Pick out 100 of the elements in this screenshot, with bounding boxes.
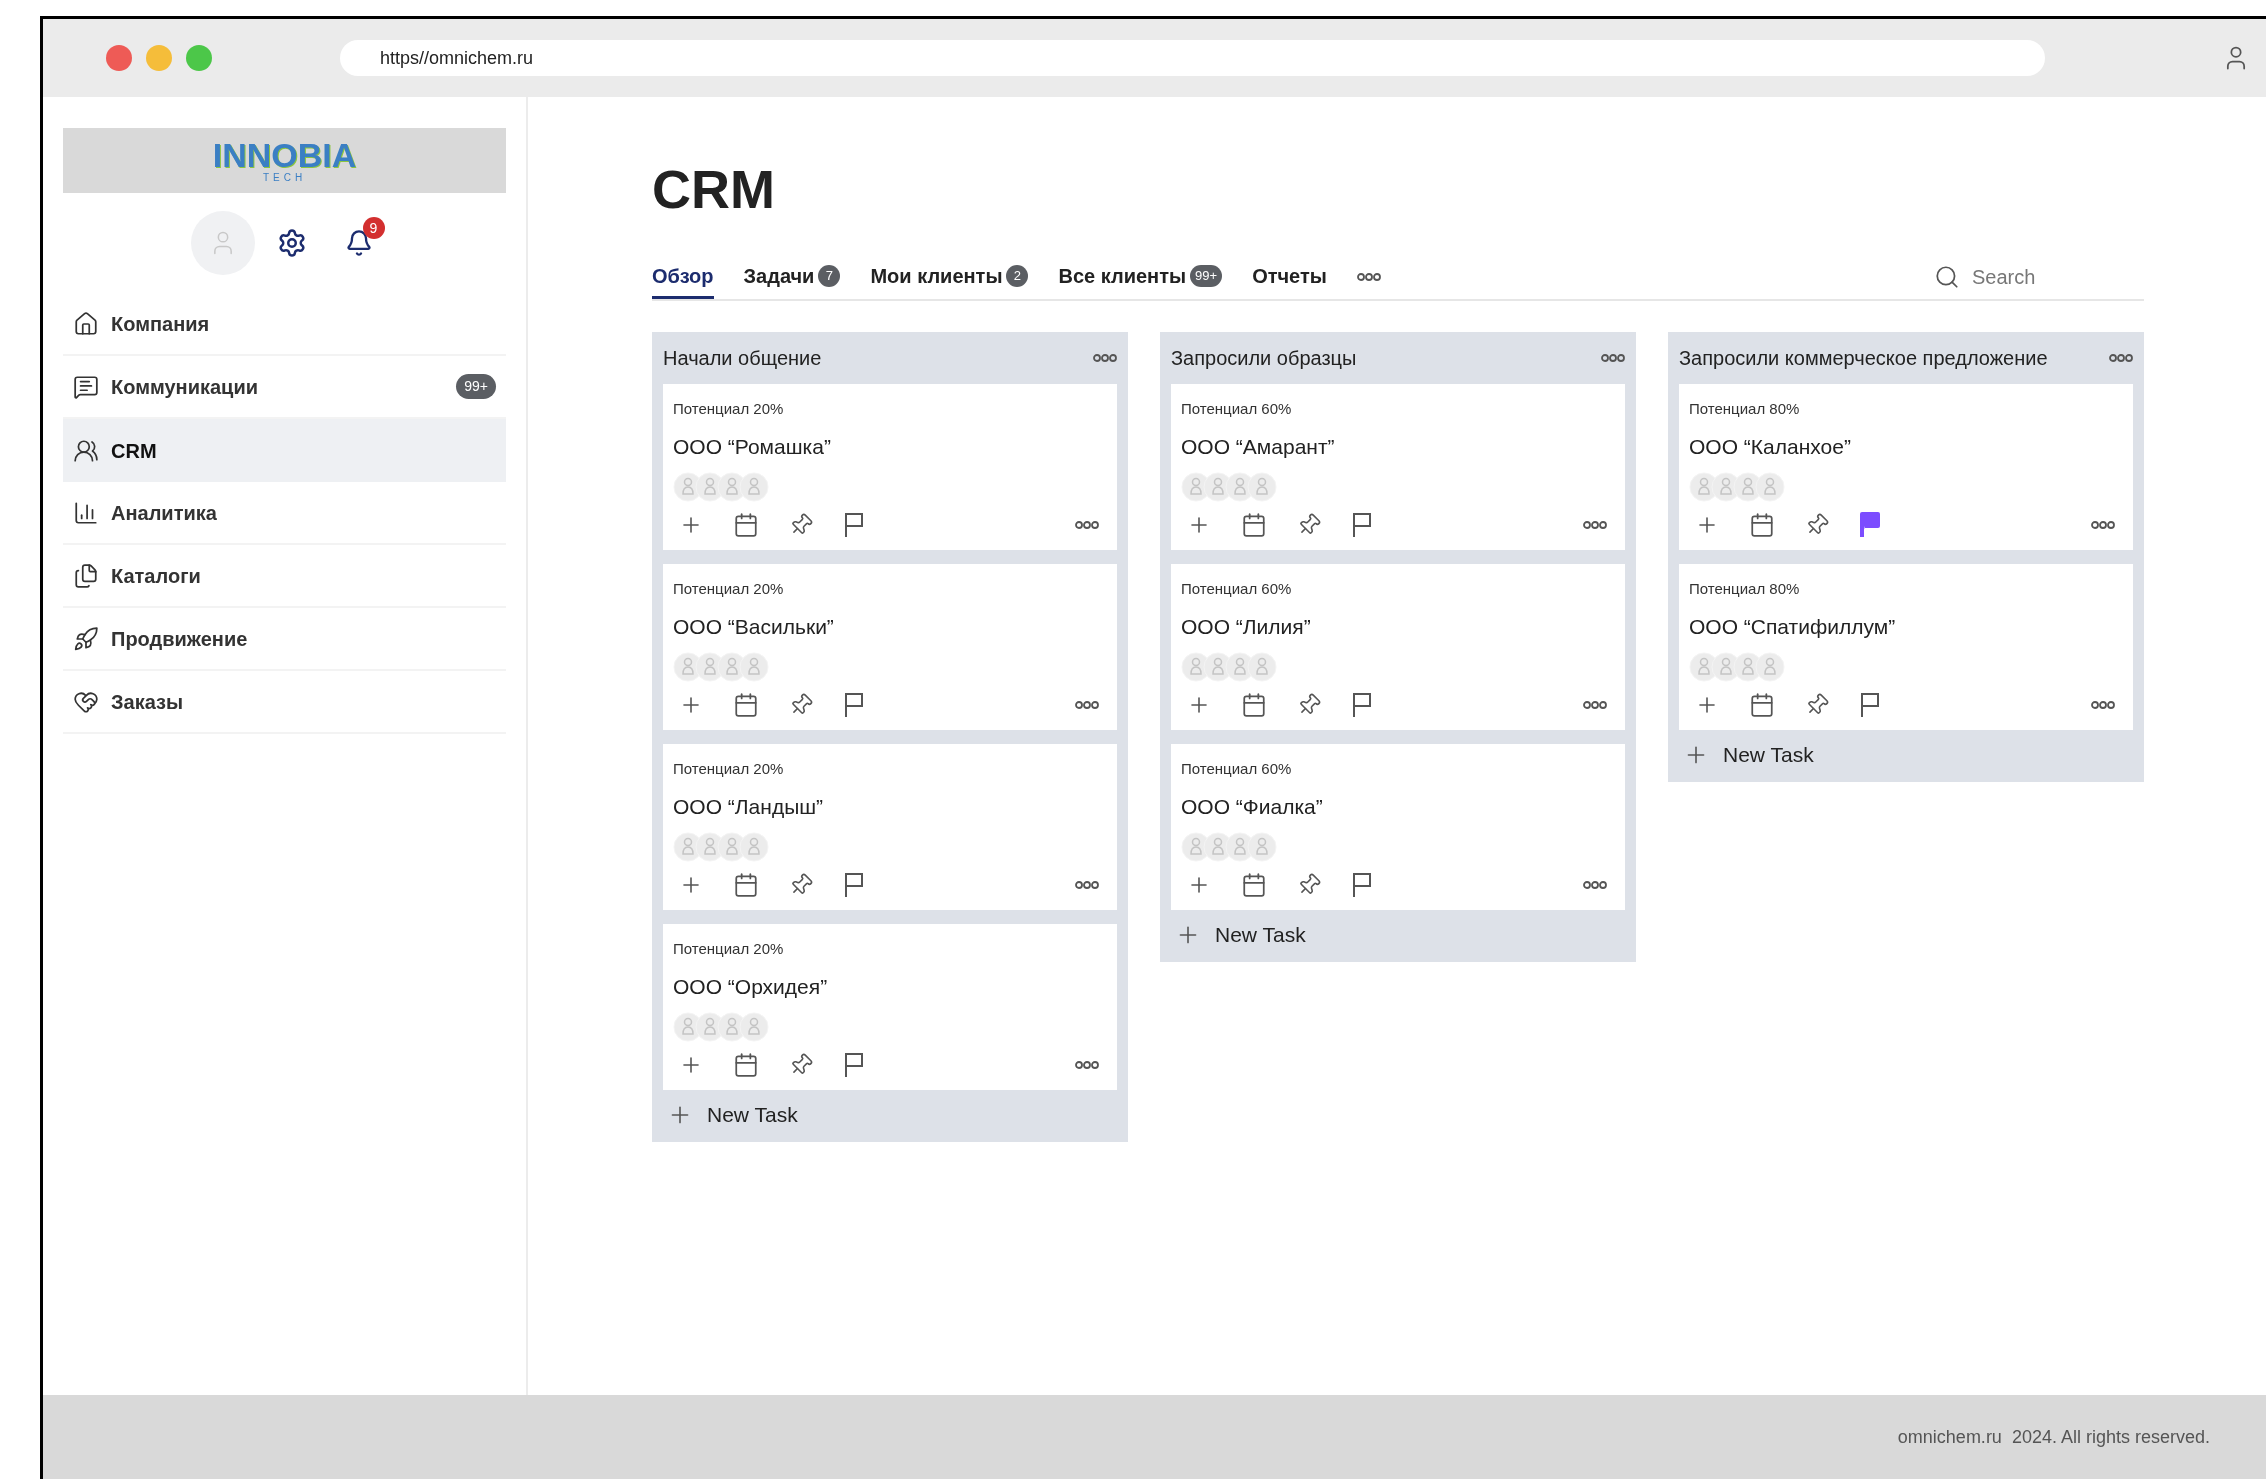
calendar-icon[interactable] (733, 692, 759, 718)
column-title: Запросили образцы (1171, 346, 1357, 371)
chart-icon (73, 499, 99, 526)
tab[interactable]: Задачи 7 (743, 255, 841, 299)
flag-icon[interactable] (1351, 872, 1373, 898)
company-name: ООО “Спатифиллум” (1689, 613, 1896, 640)
company-name: ООО “Лилия” (1181, 613, 1311, 640)
more-icon[interactable] (2091, 700, 2115, 710)
potential-label: Потенциал 60% (1181, 759, 1292, 779)
calendar-icon[interactable] (733, 872, 759, 898)
column-menu-icon[interactable] (1601, 353, 1625, 363)
rocket-icon (73, 625, 99, 652)
nav-item[interactable]: Аналитика (63, 482, 506, 545)
potential-label: Потенциал 80% (1689, 579, 1800, 599)
more-icon[interactable] (1583, 700, 1607, 710)
logo-text: INNOBIA (212, 137, 357, 172)
potential-label: Потенциал 80% (1689, 399, 1800, 419)
deal-card[interactable]: Потенциал 60% ООО “Лилия” (1171, 564, 1625, 730)
potential-label: Потенциал 20% (673, 579, 784, 599)
deal-card[interactable]: Потенциал 20% ООО “Васильки” (663, 564, 1117, 730)
nav-label: CRM (111, 438, 158, 464)
deal-card[interactable]: Потенциал 20% ООО “Ромашка” (663, 384, 1117, 550)
calendar-icon[interactable] (1749, 512, 1775, 538)
calendar-icon[interactable] (1241, 512, 1267, 538)
company-name: ООО “Амарант” (1181, 433, 1335, 460)
flag-icon[interactable] (1351, 692, 1373, 718)
company-name: ООО “Васильки” (673, 613, 834, 640)
company-name: ООО “Каланхое” (1689, 433, 1851, 460)
flag-icon[interactable] (843, 1052, 865, 1078)
calendar-icon[interactable] (1241, 692, 1267, 718)
nav-badge: 99+ (456, 374, 496, 399)
new-task-button[interactable]: New Task (1679, 730, 1814, 780)
new-task-button[interactable]: New Task (1171, 910, 1306, 960)
deal-card[interactable]: Потенциал 60% ООО “Фиалка” (1171, 744, 1625, 910)
nav-item[interactable]: Заказы (63, 671, 506, 734)
url-field[interactable]: https//omnichem.ru (340, 40, 2045, 76)
nav-label: Продвижение (111, 626, 249, 652)
column-title: Начали общение (663, 346, 822, 371)
more-icon[interactable] (1583, 880, 1607, 890)
more-tabs-icon[interactable] (1356, 272, 1381, 282)
flag-icon[interactable] (1859, 692, 1881, 718)
search-field[interactable]: Search (1972, 262, 2122, 292)
tab[interactable]: Все клиенты 99+ (1058, 255, 1223, 299)
tab[interactable]: Мои клиенты 2 (870, 255, 1029, 299)
settings-icon[interactable] (276, 228, 307, 258)
house-icon (73, 310, 99, 337)
column-menu-icon[interactable] (2109, 353, 2133, 363)
deal-card[interactable]: Потенциал 20% ООО “Орхидея” (663, 924, 1117, 1090)
flag-icon[interactable] (843, 512, 865, 538)
calendar-icon[interactable] (1241, 872, 1267, 898)
more-icon[interactable] (1075, 1060, 1099, 1070)
new-task-button[interactable]: New Task (663, 1090, 798, 1140)
nav-label: Заказы (111, 689, 185, 715)
logo-subtitle: TECH (262, 171, 307, 184)
deal-card[interactable]: Потенциал 60% ООО “Амарант” (1171, 384, 1625, 550)
potential-label: Потенциал 60% (1181, 399, 1292, 419)
deal-card[interactable]: Потенциал 80% ООО “Каланхое” (1679, 384, 2133, 550)
nav-item[interactable]: Продвижение (63, 608, 506, 671)
nav-item[interactable]: Компания (63, 293, 506, 356)
more-icon[interactable] (1075, 520, 1099, 530)
close-window-icon[interactable] (106, 45, 132, 71)
more-icon[interactable] (1583, 520, 1607, 530)
nav-label: Коммуникации (111, 374, 259, 400)
nav-item[interactable]: Каталоги (63, 545, 506, 608)
copyright-text: omnichem.ru 2024. All rights reserved. (1897, 1425, 2210, 1449)
calendar-icon[interactable] (733, 1052, 759, 1078)
potential-label: Потенциал 20% (673, 759, 784, 779)
users-icon (73, 437, 99, 464)
column-title: Запросили коммерческое предложение (1679, 346, 2048, 371)
files-icon (73, 562, 99, 589)
potential-label: Потенциал 20% (673, 399, 784, 419)
deal-card[interactable]: Потенциал 20% ООО “Ландыш” (663, 744, 1117, 910)
company-name: ООО “Фиалка” (1181, 793, 1323, 820)
nav-item[interactable]: CRM (63, 419, 506, 482)
more-icon[interactable] (1075, 880, 1099, 890)
tab-count-badge: 7 (818, 264, 841, 287)
column-menu-icon[interactable] (1093, 353, 1117, 363)
calendar-icon[interactable] (1749, 692, 1775, 718)
company-name: ООО “Ромашка” (673, 433, 831, 460)
notification-badge: 9 (362, 217, 385, 239)
page-title: CRM (652, 158, 776, 221)
company-name: ООО “Ландыш” (673, 793, 824, 820)
deal-card[interactable]: Потенциал 80% ООО “Спатифиллум” (1679, 564, 2133, 730)
flag-icon[interactable] (1351, 512, 1373, 538)
calendar-icon[interactable] (733, 512, 759, 538)
nav-label: Аналитика (111, 500, 218, 526)
more-icon[interactable] (1075, 700, 1099, 710)
potential-label: Потенциал 60% (1181, 579, 1292, 599)
tab[interactable]: Обзор (652, 255, 714, 299)
search-icon[interactable] (1934, 264, 1960, 290)
flag-icon[interactable] (843, 692, 865, 718)
nav-label: Каталоги (111, 563, 202, 589)
message-icon (73, 373, 99, 400)
flag-icon[interactable] (843, 872, 865, 898)
tab[interactable]: Отчеты (1252, 255, 1327, 299)
more-icon[interactable] (2091, 520, 2115, 530)
company-name: ООО “Орхидея” (673, 973, 828, 1000)
flag-icon[interactable] (1859, 512, 1881, 538)
potential-label: Потенциал 20% (673, 939, 784, 959)
nav-label: Компания (111, 311, 211, 337)
